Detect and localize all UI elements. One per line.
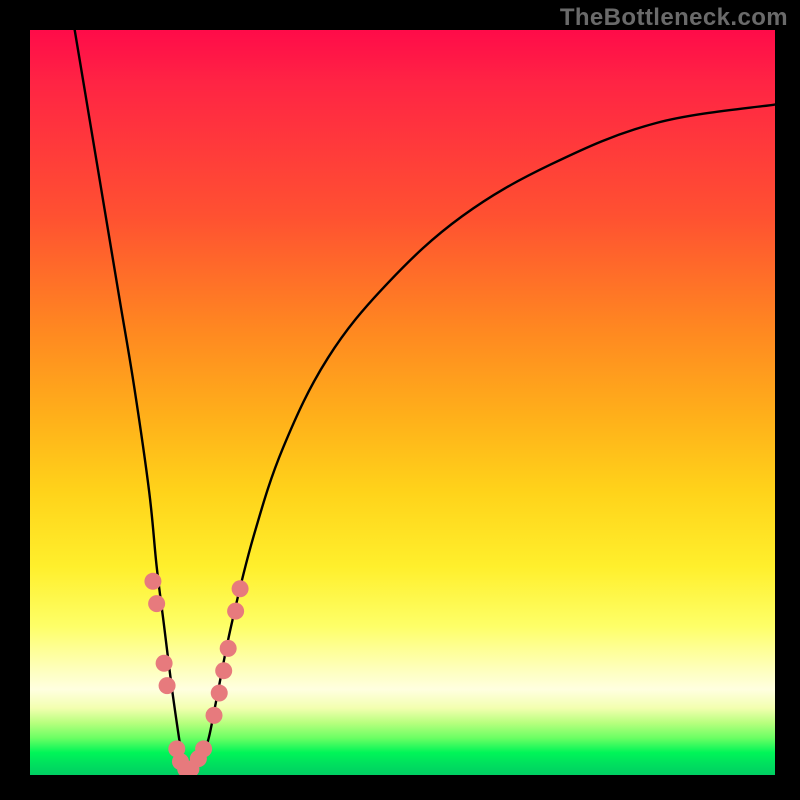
bead-marker [144, 573, 161, 590]
bead-marker [211, 685, 228, 702]
bottleneck-curve [75, 30, 775, 773]
bead-marker [215, 662, 232, 679]
chart-frame: TheBottleneck.com [0, 0, 800, 800]
chart-plot-area [30, 30, 775, 775]
bead-marker [232, 580, 249, 597]
bead-marker [148, 595, 165, 612]
bead-marker [156, 655, 173, 672]
watermark-text: TheBottleneck.com [560, 4, 788, 32]
bead-marker [195, 740, 212, 757]
bead-marker [206, 707, 223, 724]
chart-svg [30, 30, 775, 775]
highlight-beads [144, 573, 248, 775]
bead-marker [220, 640, 237, 657]
bead-marker [159, 677, 176, 694]
bead-marker [227, 603, 244, 620]
